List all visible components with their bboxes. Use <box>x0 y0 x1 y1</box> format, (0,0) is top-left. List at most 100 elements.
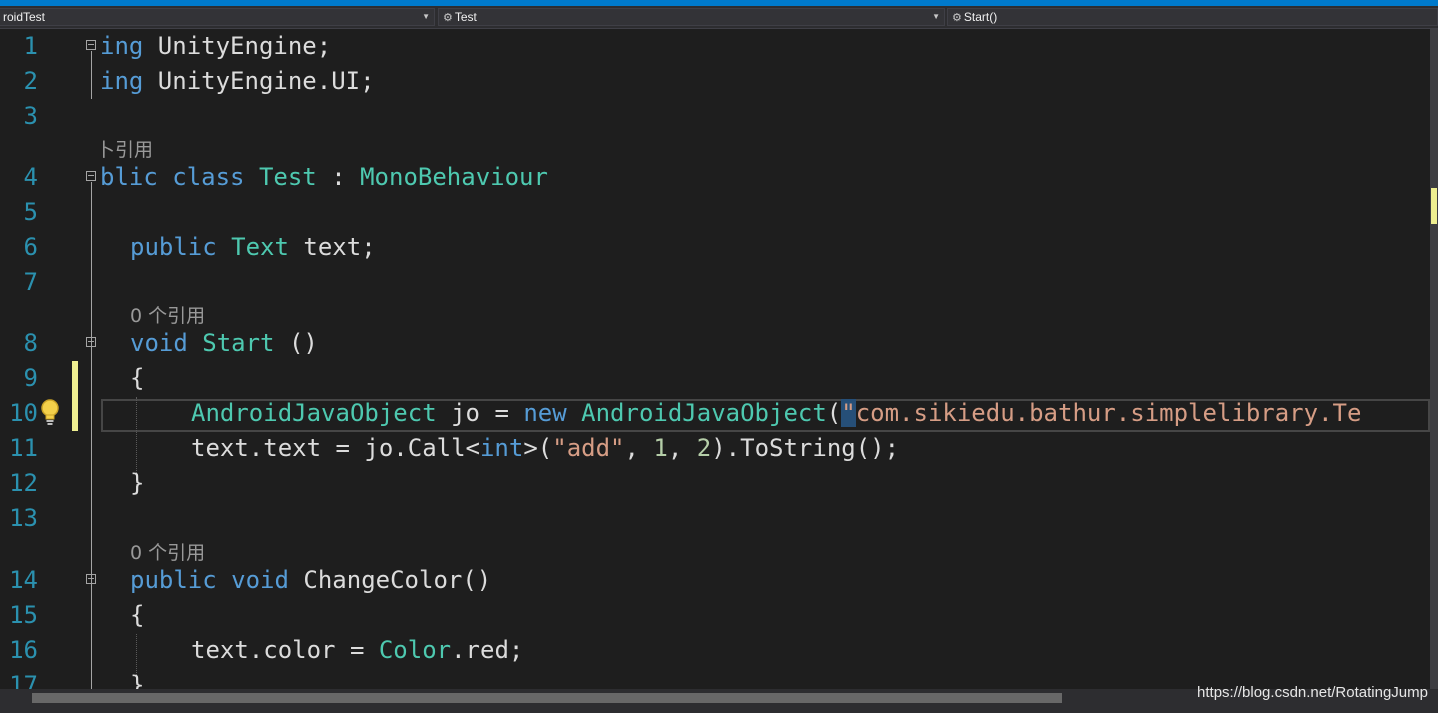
line-number: 17 <box>9 671 38 689</box>
code-text: { <box>130 364 145 392</box>
keyword: new <box>523 399 567 427</box>
code-line: 16 text.color = Color.red; <box>0 633 1430 668</box>
code-text: text.color = Color.red; <box>191 633 523 668</box>
code-line: 8 void Start () <box>0 326 1430 361</box>
keyword: public <box>130 233 217 261</box>
code-line: 1 ing UnityEngine; <box>0 29 1430 64</box>
vertical-scrollbar[interactable] <box>1430 29 1438 689</box>
chevron-down-icon: ▼ <box>422 12 430 21</box>
code-text: void Start () <box>130 326 318 361</box>
code-line: 15 { <box>0 598 1430 633</box>
code-token: ChangeColor() <box>288 566 492 594</box>
string-literal: com.sikiedu.bathur.simplelibrary.Te <box>855 399 1362 427</box>
code-token: , <box>667 434 697 462</box>
codelens-references[interactable]: 卜引用 <box>96 135 153 162</box>
code-line: 4 blic class Test : MonoBehaviour <box>0 160 1430 195</box>
line-number: 11 <box>9 434 38 462</box>
code-line: 13 <box>0 501 1430 536</box>
keyword: class <box>172 163 245 191</box>
line-number: 1 <box>23 32 38 60</box>
code-token: .red; <box>451 636 524 664</box>
line-number: 2 <box>23 67 38 95</box>
code-line: 3 <box>0 99 1430 134</box>
project-label: roidTest <box>3 10 46 24</box>
code-text: public void ChangeColor() <box>130 563 491 598</box>
line-number: 3 <box>23 102 38 130</box>
code-token: ( <box>826 399 842 427</box>
codelens-references[interactable]: 0 个引用 <box>130 538 205 565</box>
type-name: AndroidJavaObject <box>581 399 827 427</box>
line-number: 13 <box>9 504 38 532</box>
line-number: 12 <box>9 469 38 497</box>
code-text: } <box>130 469 145 497</box>
code-token: UnityEngine; <box>143 32 332 60</box>
code-line: 6 public Text text; <box>0 230 1430 265</box>
keyword: ing <box>100 32 144 60</box>
code-token: text; <box>288 233 376 261</box>
type-name: Color <box>378 636 452 664</box>
class-icon: ⚙ <box>443 12 453 24</box>
scrollbar-change-marker <box>1431 188 1437 224</box>
code-text: } <box>130 671 145 689</box>
horizontal-scrollbar-thumb[interactable] <box>32 693 1062 703</box>
type-name: Text <box>231 233 289 261</box>
code-text: AndroidJavaObject jo = new AndroidJavaOb… <box>191 396 1361 431</box>
code-text: ing UnityEngine.UI; <box>100 64 375 99</box>
code-text: public Text text; <box>130 230 376 265</box>
project-dropdown[interactable]: roidTest ▼ <box>0 8 435 26</box>
method-name: Start <box>202 329 275 357</box>
code-token: >( <box>523 434 553 462</box>
code-token: text.color = <box>191 636 379 664</box>
code-token: ).ToString(); <box>711 434 900 462</box>
line-number: 4 <box>23 163 38 191</box>
code-line: 14 public void ChangeColor() <box>0 563 1430 598</box>
code-editor[interactable]: 1 ing UnityEngine; 2 ing UnityEngine.UI;… <box>0 29 1430 689</box>
line-number: 6 <box>23 233 38 261</box>
code-text: ing UnityEngine; <box>100 29 331 64</box>
keyword: void <box>130 329 188 357</box>
code-text: text.text = jo.Call<int>("add", 1, 2).To… <box>191 431 899 466</box>
keyword: ing <box>100 67 144 95</box>
number-literal: 2 <box>696 434 712 462</box>
line-number: 14 <box>9 566 38 594</box>
text-caret: " <box>841 399 856 427</box>
line-number: 8 <box>23 329 38 357</box>
code-token: UnityEngine.UI; <box>143 67 375 95</box>
code-token: : <box>316 163 361 191</box>
line-number: 7 <box>23 268 38 296</box>
navigation-bar: roidTest ▼ ⚙ Test ▼ ⚙ Start() <box>0 6 1438 29</box>
line-number: 5 <box>23 198 38 226</box>
string-literal: "add" <box>552 434 625 462</box>
class-label: Test <box>454 10 477 24</box>
code-line-current: 10 AndroidJavaObject jo = new AndroidJav… <box>0 396 1430 431</box>
keyword: void <box>231 566 289 594</box>
watermark: https://blog.csdn.net/RotatingJump <box>1197 684 1428 701</box>
code-token: () <box>274 329 318 357</box>
type-name: MonoBehaviour <box>360 163 548 191</box>
code-token: text.text = jo.Call< <box>191 434 480 462</box>
codelens-references[interactable]: 0 个引用 <box>130 301 205 328</box>
code-line: 7 <box>0 265 1430 300</box>
member-dropdown[interactable]: ⚙ Start() <box>947 8 1438 26</box>
line-number: 10 <box>9 399 38 427</box>
chevron-down-icon: ▼ <box>932 12 940 21</box>
member-label: Start() <box>963 10 998 24</box>
type-name: Test <box>258 163 317 191</box>
code-line: 12 } <box>0 466 1430 501</box>
code-token: , <box>624 434 654 462</box>
line-number: 9 <box>23 364 38 392</box>
line-number: 15 <box>9 601 38 629</box>
code-line: 9 { <box>0 361 1430 396</box>
keyword: int <box>479 434 524 462</box>
keyword: blic <box>100 163 158 191</box>
code-token: jo = <box>436 399 524 427</box>
method-icon: ⚙ <box>952 12 962 24</box>
class-dropdown[interactable]: ⚙ Test ▼ <box>438 8 945 26</box>
line-number: 16 <box>9 636 38 664</box>
code-line: 5 <box>0 195 1430 230</box>
